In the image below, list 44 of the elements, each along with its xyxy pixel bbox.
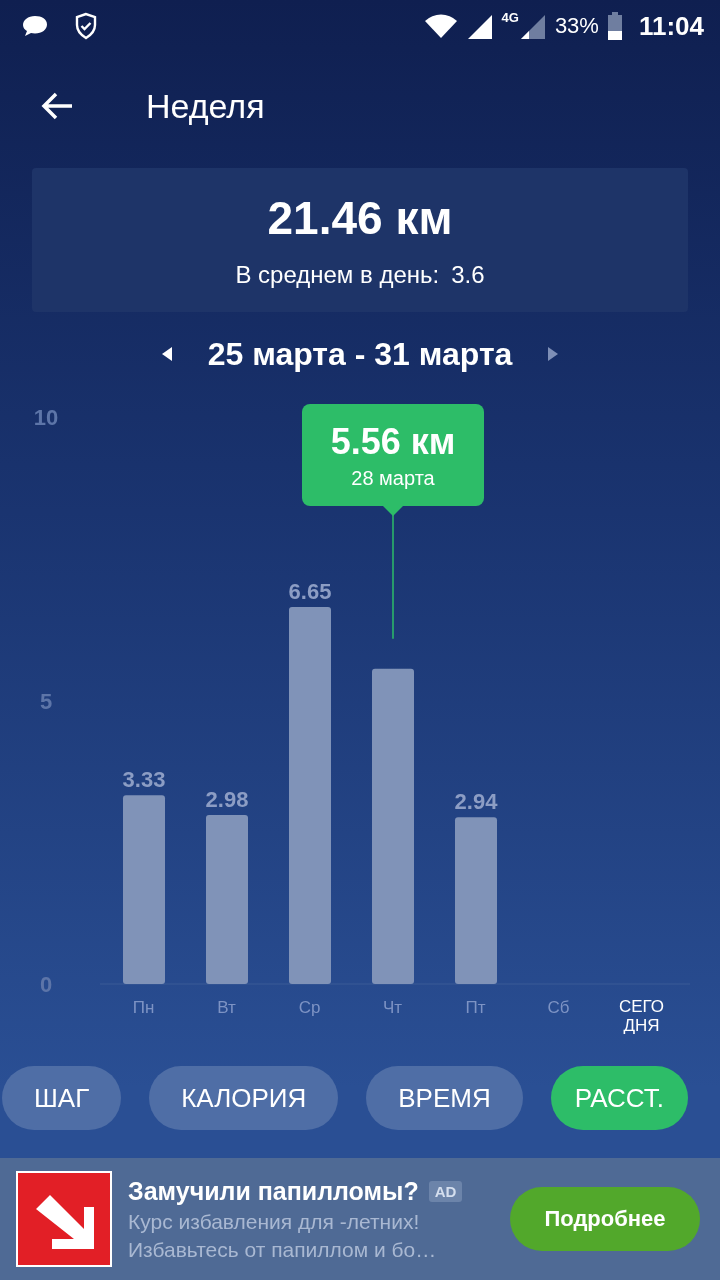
- day-label: СЕГОДНЯ: [617, 998, 666, 1036]
- details-button[interactable]: Подробнее: [510, 1187, 700, 1251]
- metric-tab[interactable]: КАЛОРИЯ: [149, 1066, 339, 1130]
- screen-title: Неделя: [146, 86, 265, 126]
- day-label: Ср: [298, 998, 321, 1018]
- ad-title[interactable]: Замучили папилломы?: [128, 1176, 419, 1206]
- bar-value: 2.94: [454, 789, 498, 815]
- axis-tick-label: 5: [39, 688, 53, 714]
- day-label: Сб: [547, 998, 570, 1018]
- bar[interactable]: [123, 795, 165, 984]
- battery-icon: [606, 12, 623, 40]
- wifi-icon: [423, 13, 458, 39]
- chat-icon: [22, 14, 48, 38]
- day-label: Чт: [382, 998, 403, 1018]
- next-icon[interactable]: [546, 347, 559, 361]
- day-label: Вт: [217, 998, 236, 1018]
- day-label: Пт: [465, 998, 486, 1018]
- metric-tab[interactable]: ШАГ: [2, 1066, 122, 1130]
- ad-logo-icon: [16, 1171, 112, 1267]
- bar[interactable]: [455, 817, 497, 984]
- bar[interactable]: [372, 668, 414, 984]
- back-arrow-icon[interactable]: [40, 91, 74, 121]
- ad-text: Курс избавления для -летних!: [128, 1209, 421, 1234]
- bar-value: 3.33: [122, 767, 166, 793]
- battery-percent: 33%: [554, 13, 599, 39]
- shield-icon: [74, 12, 98, 40]
- tooltip-value: 5.56 км: [330, 420, 456, 463]
- bar-value: 2.98: [205, 787, 249, 813]
- ad-text: Избавьтесь от папиллом и бо…: [128, 1237, 438, 1262]
- bar[interactable]: [289, 606, 331, 984]
- bar-value: 6.65: [288, 578, 332, 604]
- average-label: В среднем в день:: [235, 261, 440, 289]
- total-distance: 21.46 км: [267, 191, 453, 245]
- bar[interactable]: [206, 815, 248, 984]
- ad-badge: AD: [428, 1180, 463, 1202]
- average-value: 3.6: [451, 261, 485, 289]
- network-type: 4G: [501, 10, 519, 25]
- previous-icon[interactable]: [161, 347, 174, 361]
- axis-tick-label: 10: [33, 405, 59, 430]
- day-label: Пн: [132, 998, 155, 1018]
- tooltip-date: 28 марта: [351, 466, 435, 490]
- clock: 11:04: [638, 10, 704, 42]
- metric-tab[interactable]: ВРЕМЯ: [366, 1066, 523, 1130]
- date-range: 25 марта - 31 марта: [207, 335, 513, 373]
